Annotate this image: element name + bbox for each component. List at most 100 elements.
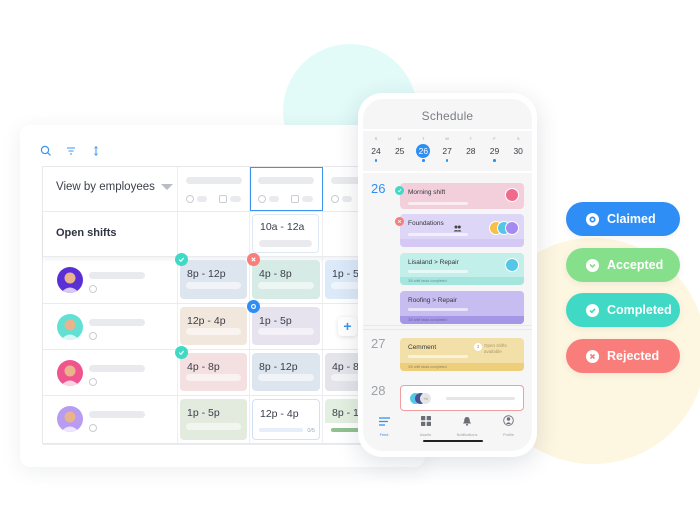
layout-icon <box>291 195 299 203</box>
rejected-status-icon <box>395 217 404 226</box>
task-progress-text: 3/5 shift tasks completed <box>408 365 447 369</box>
shift-block[interactable]: 12p - 4p 0/5 <box>252 399 320 440</box>
open-shifts-label: Open shifts <box>56 227 117 239</box>
tab-label: Notifications <box>456 433 478 437</box>
more-avatars-count: +4 <box>420 393 431 404</box>
shift-time: 10a - 12a <box>260 221 305 233</box>
tab-label: Feed <box>379 433 389 437</box>
mobile-tab-bar: Feed Assets Notifications Profile <box>363 405 532 451</box>
tab-notifications[interactable]: Notifications <box>447 413 487 437</box>
shift-card[interactable]: Foundations <box>400 214 524 247</box>
shift-block[interactable]: 4p - 8p <box>252 260 320 299</box>
employee-avatar[interactable] <box>57 360 83 386</box>
shift-block[interactable]: 8p - 12p <box>252 353 320 391</box>
shift-time: 8p - 12p <box>259 361 298 373</box>
shift-card[interactable]: Roofing > Repair 3/5 shift tasks complete… <box>400 291 524 324</box>
week-day[interactable]: W 27 <box>437 136 457 162</box>
week-day[interactable]: S 24 <box>366 136 386 162</box>
shift-block[interactable]: 1p - 5p <box>252 307 320 345</box>
grid-icon <box>406 413 446 431</box>
shift-time: 4p - 8p <box>259 268 292 280</box>
feed-date: 28 <box>371 383 386 398</box>
mobile-phone: Schedule S 24 M 25 T 26 W 27 T 28 F 29 S 30 26 27 28 Mor… <box>358 93 537 457</box>
status-label: Completed <box>607 303 672 317</box>
shift-card-title: Roofing > Repair <box>408 297 457 304</box>
add-shift-button[interactable]: + <box>338 317 357 336</box>
column-header-selected[interactable] <box>250 167 323 211</box>
open-shift-slot[interactable]: 10a - 12a <box>252 214 319 253</box>
filter-icon[interactable] <box>65 145 77 157</box>
assignee-avatar <box>505 188 519 202</box>
employee-avatar[interactable] <box>57 267 83 293</box>
open-shifts-count: 3 <box>474 343 482 351</box>
shift-time: 1p - 5p <box>259 315 292 327</box>
sort-icon[interactable] <box>90 145 102 157</box>
feed-icon <box>364 413 404 431</box>
feed-date: 27 <box>371 336 386 351</box>
shift-card-title: Morning shift <box>408 189 446 196</box>
assignee-avatar <box>505 221 519 235</box>
event-dot <box>493 159 496 162</box>
view-selector[interactable]: View by employees <box>43 167 178 211</box>
clock-icon <box>331 195 339 203</box>
week-day[interactable]: T 28 <box>461 136 481 162</box>
bell-icon <box>447 413 487 431</box>
rejected-status-pill: Rejected <box>566 339 680 373</box>
view-selector-label: View by employees <box>56 181 155 193</box>
tab-feed[interactable]: Feed <box>364 413 404 437</box>
week-day[interactable]: S 30 <box>508 136 528 162</box>
clock-icon <box>89 332 97 340</box>
task-progress-text: 3/5 shift tasks completed <box>408 318 447 322</box>
tab-assets[interactable]: Assets <box>406 413 446 437</box>
day-number: 28 <box>466 146 476 156</box>
employee-name-placeholder <box>89 411 145 418</box>
employee-avatar[interactable] <box>57 406 83 432</box>
search-icon[interactable] <box>40 145 52 157</box>
completed-icon <box>586 303 599 317</box>
day-number: 25 <box>394 146 405 156</box>
week-day[interactable]: T 26 <box>413 136 433 162</box>
open-shifts-text: Open shifts available <box>484 343 507 354</box>
employee-name-placeholder <box>89 365 145 372</box>
weekday-letter: S <box>374 136 378 141</box>
week-day[interactable]: M 25 <box>390 136 410 162</box>
day-number: 30 <box>513 146 523 156</box>
shift-card[interactable]: Morning shift <box>400 183 524 209</box>
shift-card-footer: 3/5 shift tasks completed <box>400 363 524 371</box>
shift-time: 8p - 12p <box>187 268 226 280</box>
shift-card[interactable]: Cemment 3/5 shift tasks completed 3 Open sh… <box>400 338 524 371</box>
completed-status-icon <box>175 346 188 359</box>
week-strip: S 24 M 25 T 26 W 27 T 28 F 29 S 30 <box>363 136 532 166</box>
day-number: 27 <box>442 146 452 156</box>
shift-time: 1p - 5p <box>187 407 220 419</box>
shift-card[interactable]: Lisaland > Repair 3/5 shift tasks complet… <box>400 253 524 285</box>
employee-name-placeholder <box>89 319 145 326</box>
clock-icon <box>89 285 97 293</box>
shift-block[interactable]: 8p - 12p <box>180 260 247 299</box>
clock-icon <box>89 424 97 432</box>
rejected-status-icon <box>247 253 260 266</box>
shift-block[interactable]: 4p - 8p <box>180 353 247 391</box>
week-day[interactable]: F 29 <box>485 136 505 162</box>
shift-block[interactable]: 12p - 4p <box>180 307 247 345</box>
event-dot <box>445 159 449 162</box>
tab-profile[interactable]: Profile <box>489 413 529 437</box>
shift-card-footer: 3/5 shift tasks completed <box>400 316 524 324</box>
shift-block[interactable]: 1p - 5p <box>180 399 247 440</box>
tab-label: Assets <box>419 433 432 437</box>
home-indicator <box>423 440 483 442</box>
employee-avatar[interactable] <box>57 314 83 340</box>
status-label: Claimed <box>607 212 656 226</box>
weekday-letter: T <box>469 136 473 141</box>
caret-down-icon <box>160 184 173 190</box>
claimed-status-icon <box>247 300 260 313</box>
status-label: Accepted <box>607 258 664 272</box>
mobile-title: Schedule <box>421 109 474 123</box>
column-header[interactable] <box>178 167 250 211</box>
event-dot <box>374 159 378 162</box>
progress-bar <box>259 428 303 432</box>
progress-label: 0/5 <box>307 428 315 434</box>
completed-status-icon <box>175 253 188 266</box>
completed-status-pill: Completed <box>566 293 680 327</box>
weekday-letter: F <box>493 136 496 141</box>
